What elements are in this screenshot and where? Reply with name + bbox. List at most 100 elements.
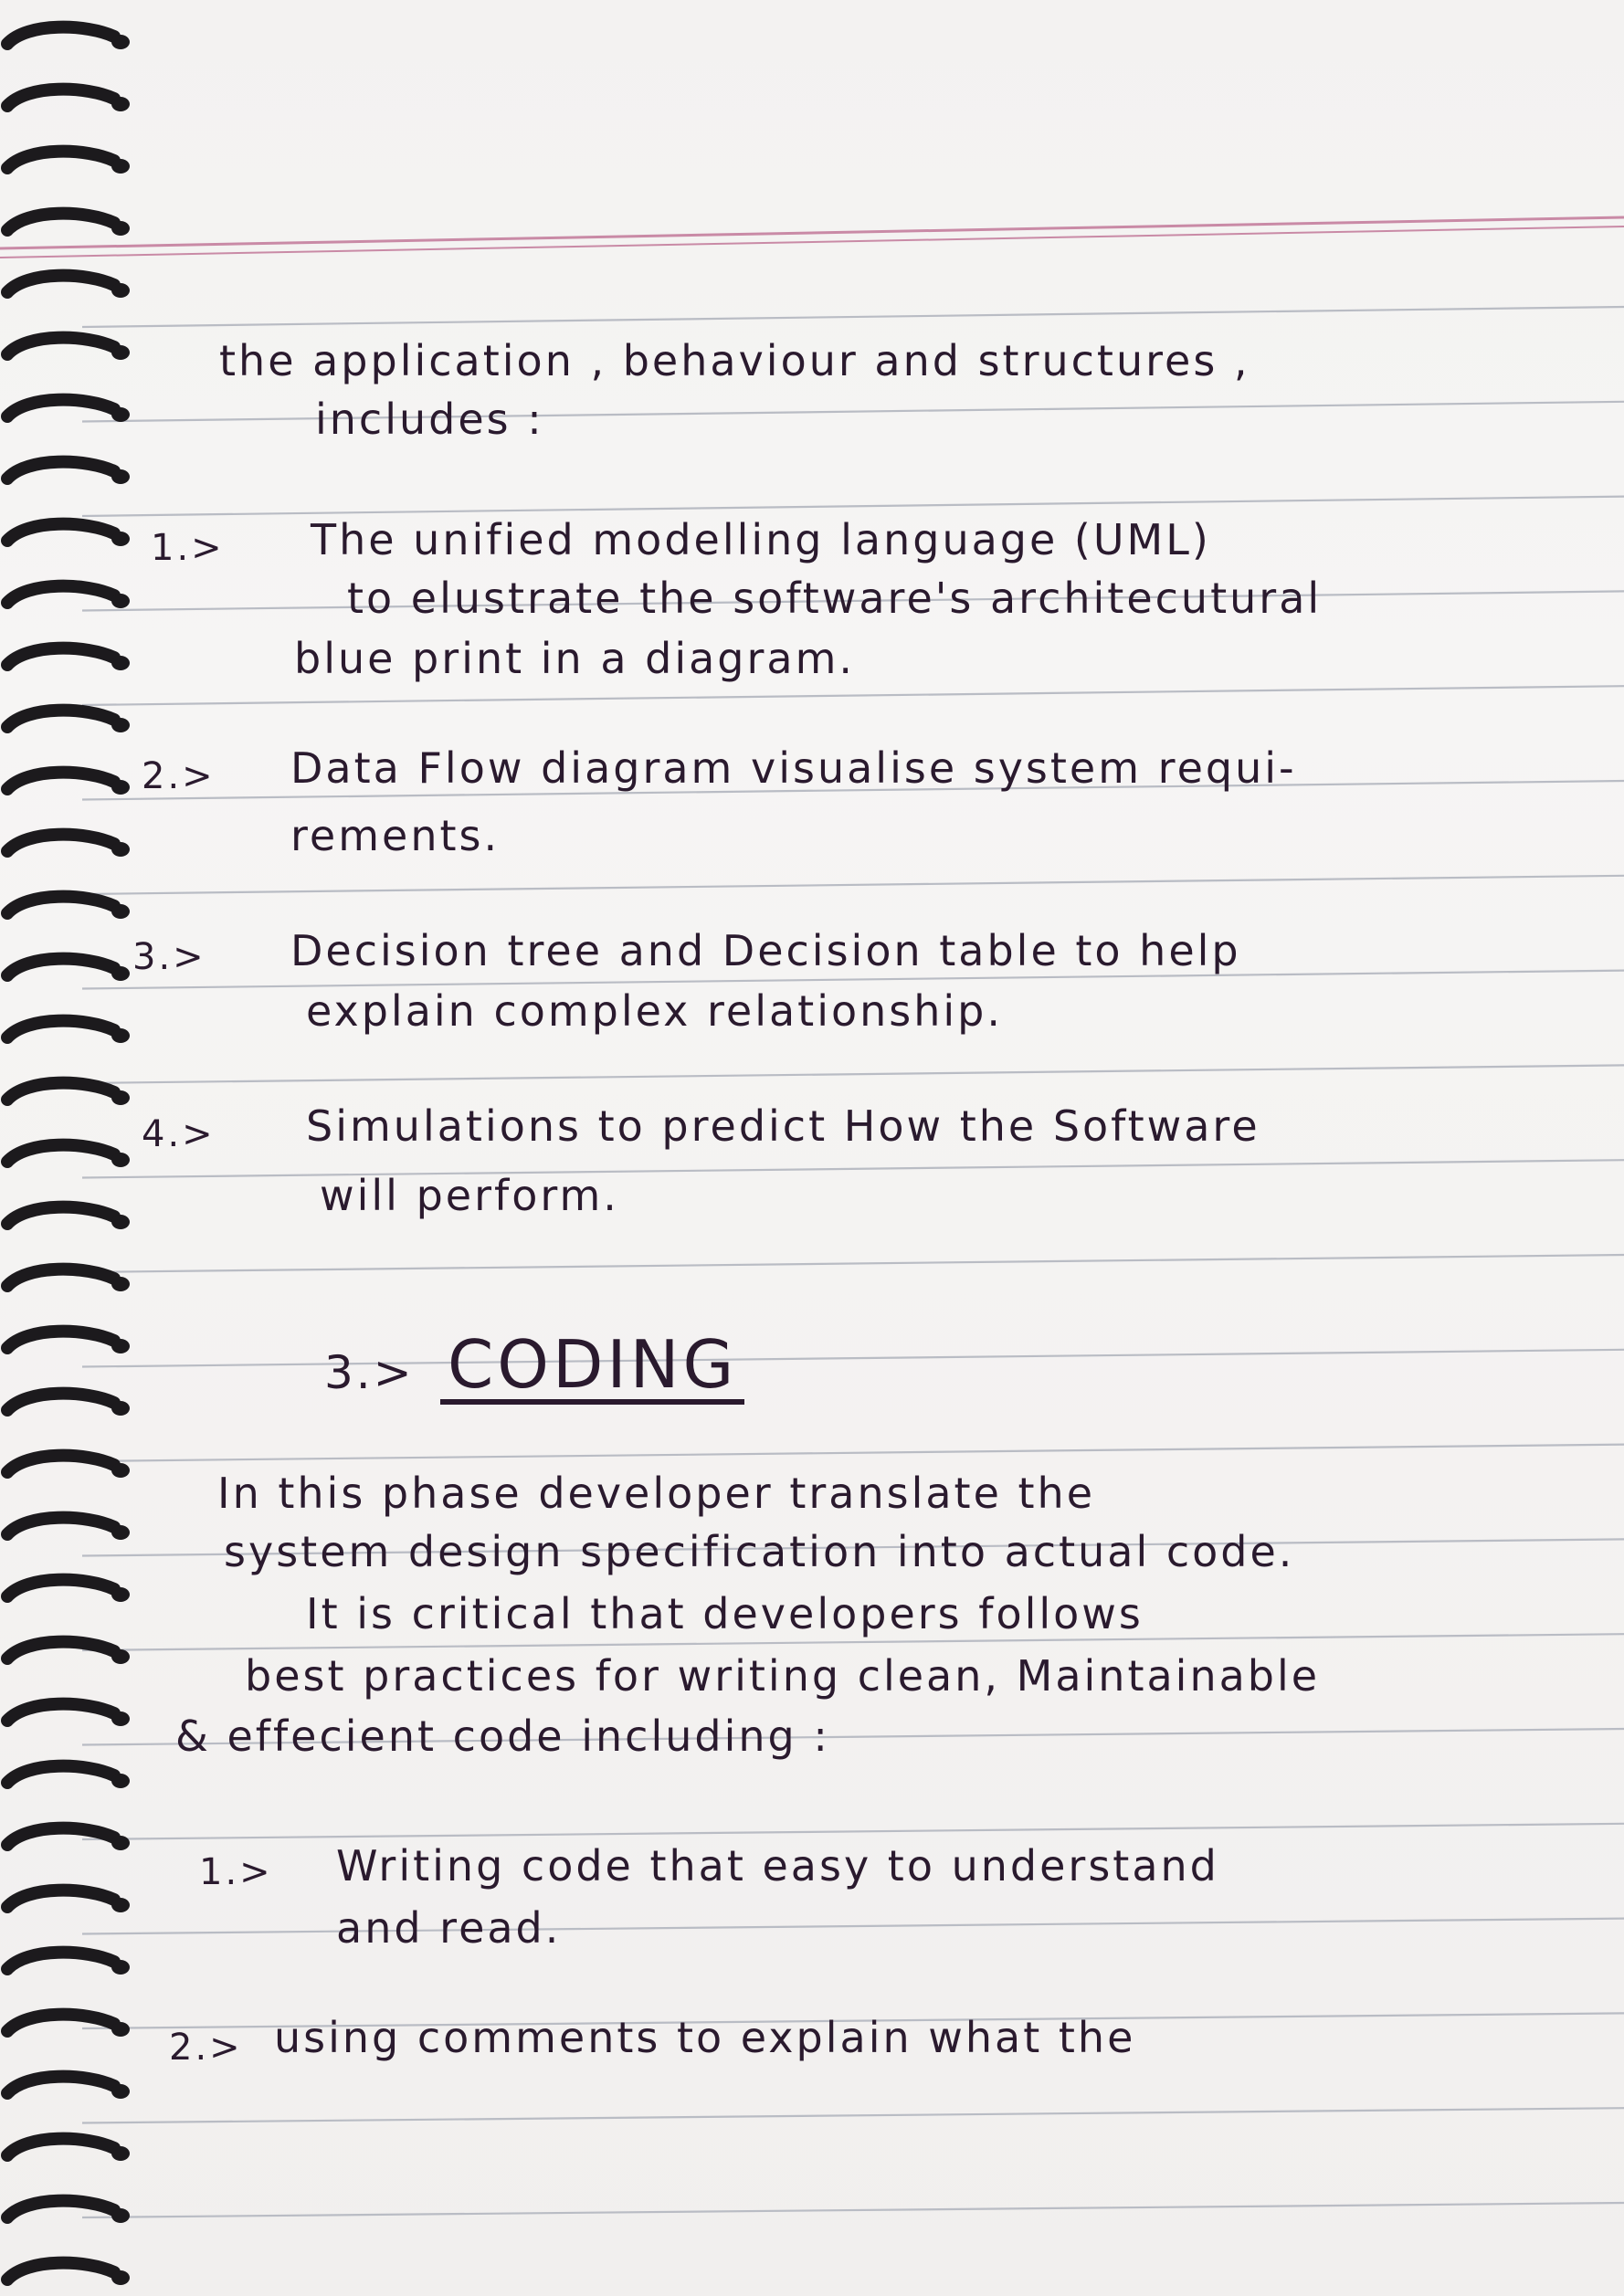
spiral-coil bbox=[1, 1821, 121, 1851]
spiral-coil bbox=[1, 1573, 121, 1603]
list-item-number: 2.> bbox=[142, 755, 216, 797]
binding-hole bbox=[111, 1463, 130, 1478]
list-item-line: Simulations to predict How the Software bbox=[306, 1101, 1260, 1151]
list-item-line: to elustrate the software's architecutur… bbox=[347, 574, 1323, 623]
spiral-coil bbox=[1, 641, 121, 671]
list-item-number: 2.> bbox=[169, 2027, 243, 2069]
notebook-page: the application , behaviour and structur… bbox=[0, 0, 1624, 2296]
paragraph-line: system design specification into actual … bbox=[224, 1527, 1295, 1576]
binding-hole bbox=[111, 159, 130, 174]
binding-hole bbox=[111, 966, 130, 981]
spiral-coil bbox=[1, 2256, 121, 2286]
spiral-coil bbox=[1, 2070, 121, 2100]
spiral-coil bbox=[1, 890, 121, 920]
spiral-coil bbox=[1, 1511, 121, 1541]
binding-hole bbox=[111, 1649, 130, 1664]
spiral-coil bbox=[1, 82, 121, 112]
binding-hole bbox=[111, 1525, 130, 1540]
spiral-coil bbox=[1, 827, 121, 858]
list-item-line: Decision tree and Decision table to help bbox=[290, 926, 1241, 975]
binding-hole bbox=[111, 2022, 130, 2037]
list-item-line: and read. bbox=[336, 1903, 562, 1953]
spiral-coil bbox=[1, 1076, 121, 1106]
spiral-coil bbox=[1, 2132, 121, 2162]
spiral-coil bbox=[1, 765, 121, 795]
section-number: 3.> bbox=[324, 1346, 415, 1399]
spiral-coil bbox=[1, 517, 121, 547]
binding-hole bbox=[111, 1774, 130, 1788]
spiral-coil bbox=[1, 269, 121, 299]
ruled-line bbox=[81, 1064, 1624, 1085]
binding-hole bbox=[111, 2084, 130, 2099]
spiral-coil bbox=[1, 2007, 121, 2038]
binding-hole bbox=[111, 780, 130, 795]
spiral-coil bbox=[1, 1138, 121, 1168]
spiral-coil bbox=[1, 20, 121, 50]
spiral-coil bbox=[1, 1014, 121, 1044]
binding-hole bbox=[111, 1587, 130, 1602]
list-item-number: 3.> bbox=[132, 936, 206, 978]
spiral-coil bbox=[1, 331, 121, 361]
intro-line-2: includes : bbox=[315, 395, 544, 444]
spiral-coil bbox=[1, 1697, 121, 1727]
binding-hole bbox=[111, 1215, 130, 1229]
list-item-line: Writing code that easy to understand bbox=[336, 1841, 1219, 1891]
ruled-line bbox=[81, 1159, 1624, 1179]
binding-hole bbox=[111, 1898, 130, 1912]
binding-hole bbox=[111, 1339, 130, 1353]
ruled-line bbox=[81, 1443, 1624, 1463]
binding-hole bbox=[111, 35, 130, 49]
binding-hole bbox=[111, 1401, 130, 1416]
ruled-line bbox=[81, 874, 1624, 896]
paragraph-line: In this phase developer translate the bbox=[217, 1469, 1095, 1518]
list-item-number: 4.> bbox=[142, 1113, 216, 1155]
spiral-coil bbox=[1, 1324, 121, 1354]
list-item-line: blue print in a diagram. bbox=[294, 634, 856, 683]
section-heading: CODING bbox=[440, 1332, 745, 1405]
list-item-line: rements. bbox=[290, 811, 501, 860]
binding-hole bbox=[111, 1711, 130, 1726]
ruled-line bbox=[81, 2201, 1624, 2219]
spiral-coil bbox=[1, 1883, 121, 1913]
spiral-coil bbox=[1, 703, 121, 733]
ruled-line bbox=[81, 1917, 1624, 1935]
spiral-coil bbox=[1, 1262, 121, 1292]
intro-line-1: the application , behaviour and structur… bbox=[219, 336, 1250, 385]
ruled-line bbox=[81, 400, 1624, 423]
spiral-binding bbox=[1, 20, 130, 2286]
list-item-line: The unified modelling language (UML) bbox=[311, 515, 1211, 564]
binding-hole bbox=[111, 1153, 130, 1167]
ruled-line bbox=[81, 1822, 1624, 1841]
spiral-coil bbox=[1, 1759, 121, 1789]
binding-hole bbox=[111, 1836, 130, 1850]
list-item-line: using comments to explain what the bbox=[274, 2013, 1136, 2062]
spiral-coil bbox=[1, 2194, 121, 2224]
list-item-line: explain complex relationship. bbox=[306, 986, 1004, 1036]
binding-hole bbox=[111, 2270, 130, 2285]
spiral-coil bbox=[1, 455, 121, 485]
binding-hole bbox=[111, 2208, 130, 2223]
binding-hole bbox=[111, 469, 130, 484]
paragraph-line: best practices for writing clean, Mainta… bbox=[245, 1651, 1321, 1701]
binding-hole bbox=[111, 97, 130, 111]
ruled-line bbox=[81, 495, 1624, 518]
spiral-coil bbox=[1, 1945, 121, 1975]
ruled-line bbox=[81, 2107, 1624, 2124]
binding-hole bbox=[111, 1960, 130, 1975]
binding-hole bbox=[111, 1277, 130, 1291]
binding-hole bbox=[111, 842, 130, 857]
spiral-coil bbox=[1, 1635, 121, 1665]
spiral-coil bbox=[1, 579, 121, 609]
spiral-coil bbox=[1, 206, 121, 237]
list-item-number: 1.> bbox=[199, 1851, 273, 1893]
ruled-line bbox=[81, 1348, 1624, 1368]
binding-hole bbox=[111, 1090, 130, 1105]
paragraph-line: & effecient code including : bbox=[175, 1711, 830, 1761]
binding-hole bbox=[111, 407, 130, 422]
ruled-line bbox=[81, 1253, 1624, 1274]
binding-hole bbox=[111, 532, 130, 546]
binding-hole bbox=[111, 594, 130, 608]
ruled-line bbox=[81, 305, 1624, 329]
spiral-coil bbox=[1, 393, 121, 423]
spiral-coil bbox=[1, 1386, 121, 1417]
